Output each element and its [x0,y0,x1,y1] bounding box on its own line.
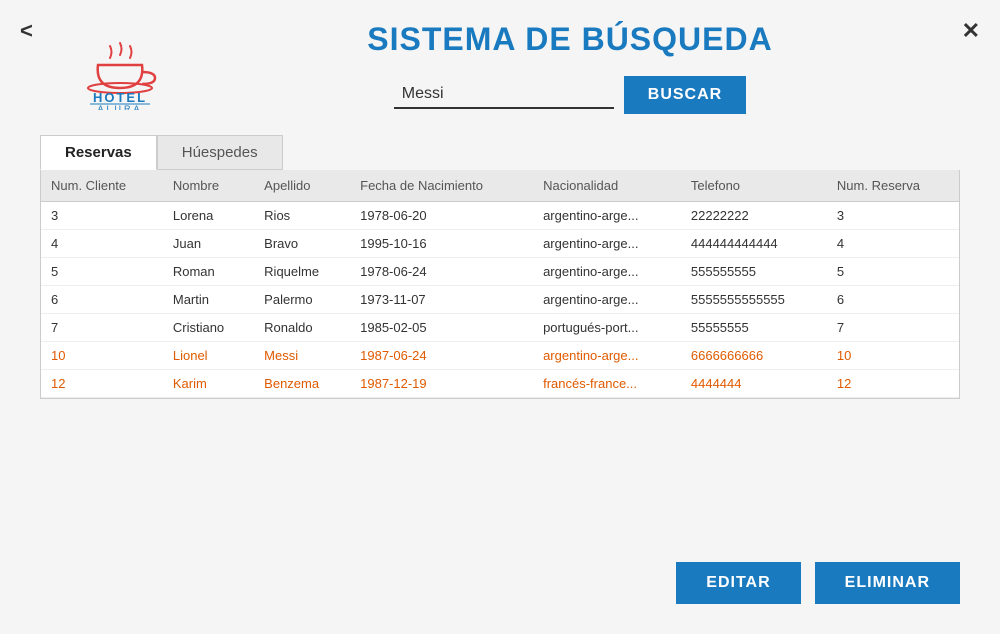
tab-huespedes[interactable]: Húespedes [157,135,283,170]
logo-area: HOTEL ALURA [60,20,200,115]
col-nacionalidad: Nacionalidad [533,170,681,202]
search-row: BUSCAR [394,76,746,114]
col-apellido: Apellido [254,170,350,202]
search-input[interactable] [394,81,614,109]
col-nombre: Nombre [163,170,254,202]
table-body: 3LorenaRios1978-06-20argentino-arge...22… [41,202,959,398]
table-row[interactable]: 5RomanRiquelme1978-06-24argentino-arge..… [41,258,959,286]
col-telefono: Telefono [681,170,827,202]
col-num-reserva: Num. Reserva [827,170,959,202]
col-num-cliente: Num. Cliente [41,170,163,202]
page-title: SISTEMA DE BÚSQUEDA [367,21,772,58]
col-fecha: Fecha de Nacimiento [350,170,533,202]
table-row[interactable]: 3LorenaRios1978-06-20argentino-arge...22… [41,202,959,230]
table-row[interactable]: 10LionelMessi1987-06-24argentino-arge...… [41,342,959,370]
title-search-area: SISTEMA DE BÚSQUEDA BUSCAR [200,21,940,114]
results-table: Num. Cliente Nombre Apellido Fecha de Na… [41,170,959,398]
table-header-row: Num. Cliente Nombre Apellido Fecha de Na… [41,170,959,202]
table-row[interactable]: 7CristianoRonaldo1985-02-05portugués-por… [41,314,959,342]
close-button[interactable]: ✕ [962,18,980,44]
back-button[interactable]: < [20,18,33,44]
tabs: Reservas Húespedes [40,135,960,170]
delete-button[interactable]: ELIMINAR [815,562,960,604]
results-table-container: Num. Cliente Nombre Apellido Fecha de Na… [40,170,960,399]
svg-text:ALURA: ALURA [97,104,142,110]
edit-button[interactable]: EDITAR [676,562,800,604]
svg-text:HOTEL: HOTEL [93,90,147,105]
tabs-area: Reservas Húespedes [0,135,1000,170]
table-row[interactable]: 6MartinPalermo1973-11-07argentino-arge..… [41,286,959,314]
search-button[interactable]: BUSCAR [624,76,746,114]
footer-buttons: EDITAR ELIMINAR [676,562,960,604]
tab-reservas[interactable]: Reservas [40,135,157,170]
table-row[interactable]: 4JuanBravo1995-10-16argentino-arge...444… [41,230,959,258]
table-row[interactable]: 12KarimBenzema1987-12-19francés-france..… [41,370,959,398]
main-window: < ✕ HOTEL ALURA [0,0,1000,634]
header: HOTEL ALURA SISTEMA DE BÚSQUEDA BUSCAR [0,0,1000,125]
hotel-logo: HOTEL ALURA [60,20,180,110]
